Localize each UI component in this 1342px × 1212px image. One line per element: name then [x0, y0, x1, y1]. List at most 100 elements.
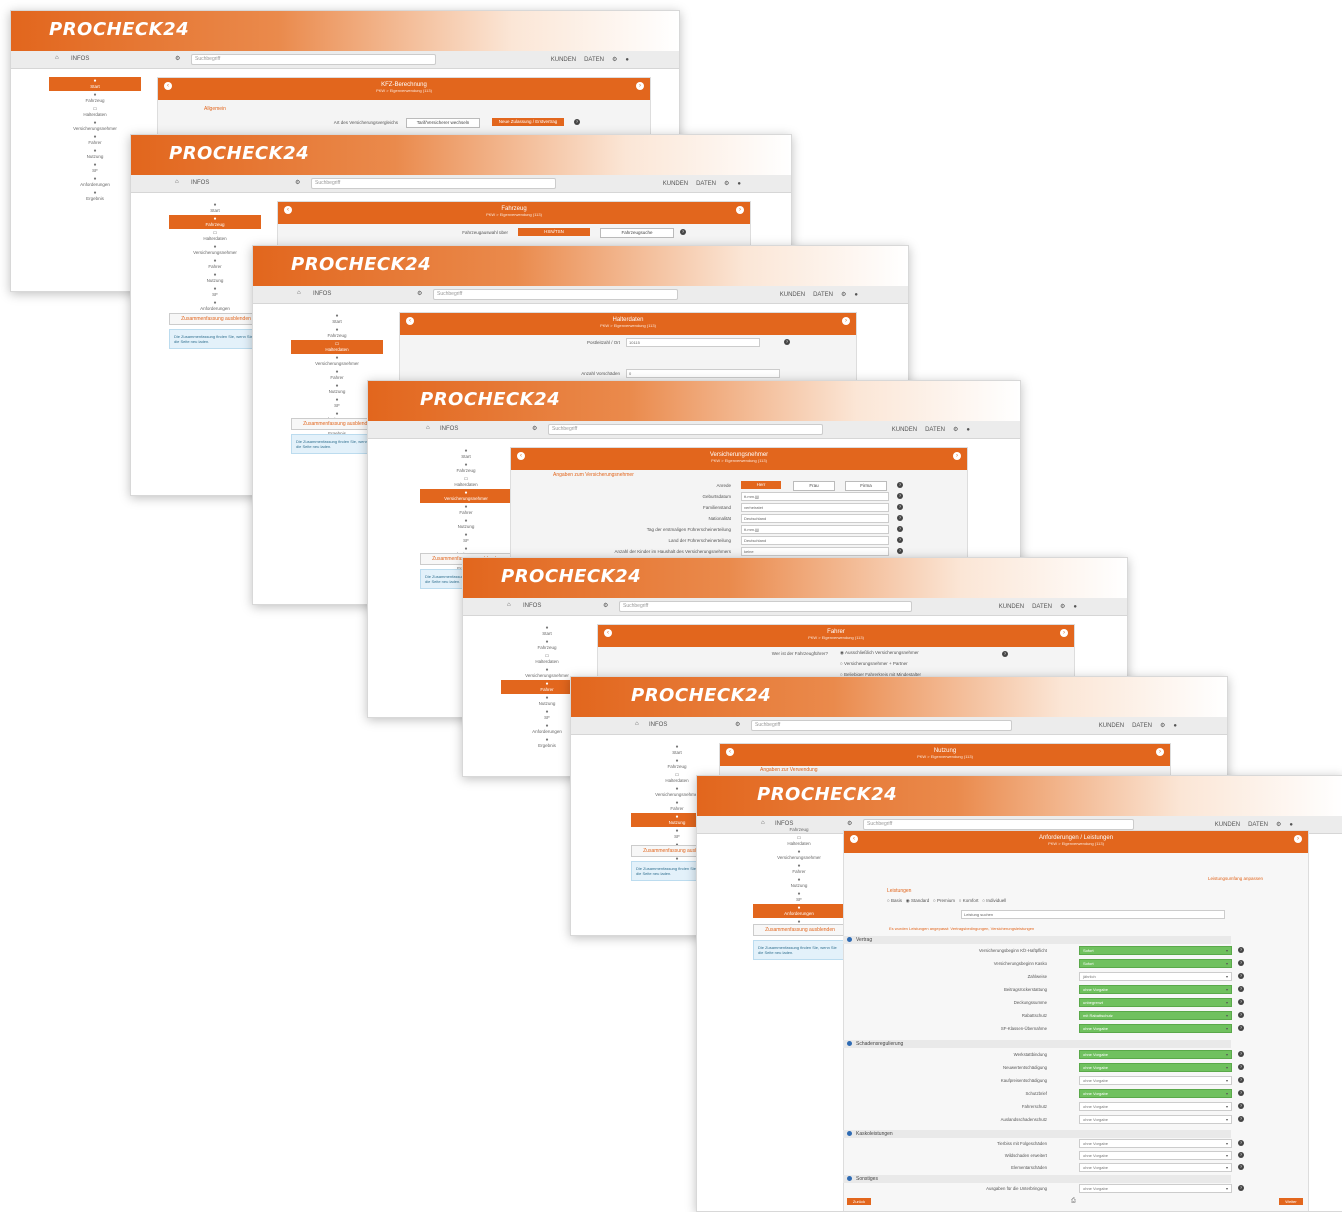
- help-icon[interactable]: ?: [1238, 1164, 1244, 1170]
- help-icon[interactable]: ?: [1238, 947, 1244, 953]
- search-category-icon[interactable]: ⚙: [735, 721, 740, 728]
- forward-icon[interactable]: ›: [842, 317, 850, 325]
- switch-tariff-button[interactable]: Tarif/Versicherer wechseln: [406, 118, 480, 128]
- help-icon[interactable]: ?: [1238, 1103, 1244, 1109]
- adjust-link[interactable]: Leistungsumfang anpassen: [1208, 876, 1263, 881]
- sidebar-item-nutzung[interactable]: ● Nutzung: [420, 517, 512, 531]
- sidebar-item-fahrzeug[interactable]: ● Fahrzeug: [631, 757, 723, 771]
- help-icon[interactable]: ?: [784, 339, 790, 345]
- children-select[interactable]: keine: [741, 547, 889, 556]
- help-icon[interactable]: ?: [897, 548, 903, 554]
- print-icon[interactable]: ⎙: [1071, 1198, 1076, 1205]
- settings-icon[interactable]: ⚙: [1060, 604, 1065, 610]
- sidebar-item-vn[interactable]: ● Versicherungsnehmer: [49, 119, 141, 133]
- requirement-select[interactable]: ohne Vorgabe ▾: [1079, 1151, 1232, 1160]
- help-icon[interactable]: ?: [1002, 651, 1008, 657]
- salutation-firma[interactable]: Firma: [845, 481, 887, 491]
- daten-menu[interactable]: DATEN: [813, 292, 833, 298]
- infos-menu[interactable]: INFOS: [313, 291, 331, 297]
- sidebar-item-vn[interactable]: ● Versicherungsnehmer: [169, 243, 261, 257]
- settings-icon[interactable]: ⚙: [724, 181, 729, 187]
- claims-input[interactable]: 0: [626, 369, 780, 378]
- requirement-select[interactable]: jährlich ▾: [1079, 972, 1232, 981]
- requirement-select[interactable]: ohne Vorgabe ▾: [1079, 1184, 1232, 1193]
- search-category-icon[interactable]: ⚙: [603, 602, 608, 609]
- home-icon[interactable]: ⌂: [175, 179, 179, 185]
- sidebar-item-start[interactable]: ● Start: [501, 624, 593, 638]
- sidebar-item-vn[interactable]: ● Versicherungsnehmer: [420, 489, 512, 503]
- license-date-input[interactable]: tt.mm.jjjj: [741, 525, 889, 534]
- birthdate-input[interactable]: tt.mm.jjjj: [741, 492, 889, 501]
- requirement-select[interactable]: ohne Vorgabe ▾: [1079, 1024, 1232, 1033]
- help-icon[interactable]: ?: [897, 526, 903, 532]
- kunden-menu[interactable]: KUNDEN: [780, 292, 805, 298]
- daten-menu[interactable]: DATEN: [584, 57, 604, 63]
- home-icon[interactable]: ⌂: [507, 602, 511, 608]
- zip-input[interactable]: 10115: [626, 338, 760, 347]
- requirement-select[interactable]: ohne Vorgabe ▾: [1079, 1089, 1232, 1098]
- summary-toggle-button[interactable]: Zusammenfassung ausblenden: [169, 313, 263, 325]
- sidebar-item-halter[interactable]: ▭ Halterdaten: [501, 652, 593, 666]
- sidebar-item-nutzung[interactable]: ● Nutzung: [169, 271, 261, 285]
- home-icon[interactable]: ⌂: [55, 55, 59, 61]
- next-button[interactable]: Weiter: [1279, 1198, 1303, 1205]
- preset-basis[interactable]: ○ Basis: [887, 898, 902, 903]
- help-icon[interactable]: ?: [1238, 1090, 1244, 1096]
- search-input[interactable]: Suchbegriff: [311, 178, 556, 189]
- search-category-icon[interactable]: ⚙: [175, 55, 180, 62]
- hsn-tsn-button[interactable]: HSN/TSN: [518, 228, 590, 236]
- help-icon[interactable]: ?: [1238, 1077, 1244, 1083]
- user-icon[interactable]: ●: [966, 427, 970, 433]
- requirement-select[interactable]: mit Rabattschutz ▾: [1079, 1011, 1232, 1020]
- user-icon[interactable]: ●: [625, 57, 629, 63]
- collapse-icon[interactable]: [847, 1041, 852, 1046]
- help-icon[interactable]: ?: [1238, 986, 1244, 992]
- collapse-icon[interactable]: [847, 1131, 852, 1136]
- user-icon[interactable]: ●: [1073, 604, 1077, 610]
- help-icon[interactable]: ?: [680, 229, 686, 235]
- sidebar-item-halter[interactable]: ▭ Halterdaten: [49, 105, 141, 119]
- infos-menu[interactable]: INFOS: [440, 426, 458, 432]
- sidebar-item-ergebnis[interactable]: ●Ergebnis: [49, 189, 141, 203]
- preset-premium[interactable]: ○ Premium: [933, 898, 955, 903]
- search-input[interactable]: Suchbegriff: [619, 601, 912, 612]
- help-icon[interactable]: ?: [897, 515, 903, 521]
- help-icon[interactable]: ?: [574, 119, 580, 125]
- help-icon[interactable]: ?: [897, 504, 903, 510]
- daten-menu[interactable]: DATEN: [1032, 604, 1052, 610]
- sidebar-item-nutzung[interactable]: ● Nutzung: [49, 147, 141, 161]
- collapse-icon[interactable]: [847, 937, 852, 942]
- search-input[interactable]: Suchbegriff: [433, 289, 678, 300]
- settings-icon[interactable]: ⚙: [841, 292, 846, 298]
- help-icon[interactable]: ?: [897, 493, 903, 499]
- help-icon[interactable]: ?: [1238, 1116, 1244, 1122]
- home-icon[interactable]: ⌂: [297, 290, 301, 296]
- new-registration-button[interactable]: Neue Zulassung / Erstvertrag: [492, 118, 564, 126]
- preset-individuell[interactable]: ○ Individuell: [982, 898, 1006, 903]
- help-icon[interactable]: ?: [1238, 1064, 1244, 1070]
- daten-menu[interactable]: DATEN: [1132, 723, 1152, 729]
- requirement-select[interactable]: ohne Vorgabe ▾: [1079, 1139, 1232, 1148]
- user-icon[interactable]: ●: [1173, 723, 1177, 729]
- search-input[interactable]: Suchbegriff: [548, 424, 823, 435]
- sidebar-item-halter[interactable]: ▭ Halterdaten: [169, 229, 261, 243]
- requirement-select[interactable]: Sofort ▾: [1079, 959, 1232, 968]
- infos-menu[interactable]: INFOS: [71, 56, 89, 62]
- driver-option-1[interactable]: ◉ Ausschließlich Versicherungsnehmer: [840, 650, 919, 656]
- requirement-select[interactable]: ohne Vorgabe ▾: [1079, 1076, 1232, 1085]
- requirement-select[interactable]: ohne Vorgabe ▾: [1079, 1163, 1232, 1172]
- help-icon[interactable]: ?: [1238, 1012, 1244, 1018]
- help-icon[interactable]: ?: [1238, 1051, 1244, 1057]
- infos-menu[interactable]: INFOS: [649, 722, 667, 728]
- back-button[interactable]: Zurück: [847, 1198, 871, 1205]
- sidebar-item-fahrer[interactable]: ● Fahrer: [420, 503, 512, 517]
- sidebar-item-start[interactable]: ● Start: [49, 77, 141, 91]
- requirement-select[interactable]: ohne Vorgabe ▾: [1079, 1115, 1232, 1124]
- sidebar-item-anforderungen[interactable]: ●Anforderungen: [169, 299, 261, 313]
- home-icon[interactable]: ⌂: [635, 721, 639, 727]
- infos-menu[interactable]: INFOS: [523, 603, 541, 609]
- sidebar-item-sf[interactable]: ● SF: [49, 161, 141, 175]
- sidebar-item-halter[interactable]: ▭ Halterdaten: [291, 340, 383, 354]
- collapse-icon[interactable]: [847, 1176, 852, 1181]
- sidebar-item-fahrzeug[interactable]: ● Fahrzeug: [291, 326, 383, 340]
